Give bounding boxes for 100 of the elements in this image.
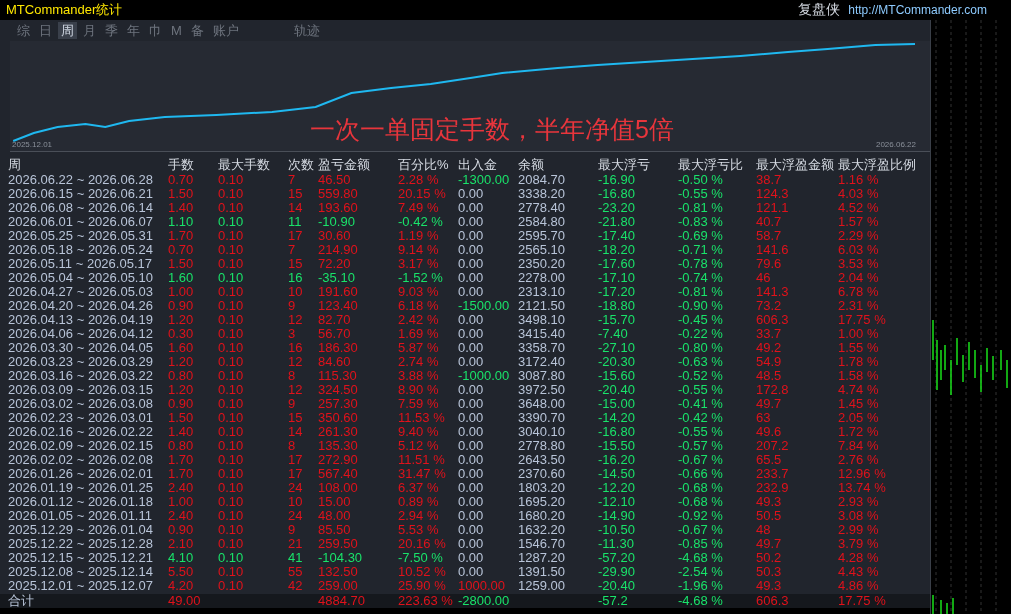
- table-cell-text: -1300.00: [458, 173, 511, 187]
- table-cell-text: -0.42 %: [398, 215, 444, 229]
- table-cell-text: 1.16 %: [838, 173, 880, 187]
- table-cell-text: 48.00: [318, 509, 352, 523]
- table-cell-text: 3972.50: [518, 383, 566, 397]
- table-cell-text: 2026.02.09 ~ 2026.02.15: [8, 439, 154, 453]
- table-cell-text: 0.90: [168, 523, 195, 537]
- period-tab[interactable]: 备: [187, 21, 207, 39]
- table-cell-text: 2.93 %: [838, 495, 880, 509]
- table-cell-text: -17.10: [598, 271, 636, 285]
- table-cell-text: 0.10: [218, 481, 245, 495]
- table-cell-text: 3172.40: [518, 355, 566, 369]
- table-cell-text: -0.74 %: [678, 271, 724, 285]
- table-cell-text: 124.3: [756, 187, 790, 201]
- table-cell-text: 0.10: [218, 523, 245, 537]
- column-header: 余额: [518, 156, 545, 174]
- table-cell-text: 0.00: [458, 285, 485, 299]
- table-cell-text: 24: [288, 509, 304, 523]
- table-cell-text: 0.00: [458, 411, 485, 425]
- table-cell-text: 1.20: [168, 355, 195, 369]
- table-cell-text: 0.00: [458, 355, 485, 369]
- table-cell-text: -2.54 %: [678, 565, 724, 579]
- table-cell-text: -0.22 %: [678, 327, 724, 341]
- period-tab[interactable]: 巾: [146, 21, 165, 39]
- table-cell-text: 72.20: [318, 257, 352, 271]
- table-cell-text: 46.50: [318, 173, 352, 187]
- table-cell-text: 12: [288, 383, 304, 397]
- column-header: 最大手数: [218, 156, 271, 174]
- period-tab[interactable]: 日: [36, 21, 55, 39]
- table-cell-text: 50.3: [756, 565, 783, 579]
- website-link[interactable]: http://MTCommander.com: [848, 3, 987, 17]
- table-cell-text: 0.10: [218, 551, 245, 565]
- table-cell-text: 4.10: [168, 551, 195, 565]
- table-cell-text: 2778.40: [518, 201, 566, 215]
- table-cell-text: 17.75 %: [838, 313, 887, 327]
- total-cell-text: 223.63 %: [398, 594, 454, 608]
- period-tab[interactable]: 周: [58, 21, 77, 39]
- table-cell-text: 4.86 %: [838, 579, 880, 593]
- table-cell-text: -0.81 %: [678, 285, 724, 299]
- table-cell-text: 7.59 %: [398, 397, 440, 411]
- table-cell-text: 49.2: [756, 341, 783, 355]
- total-cell-text: 4884.70: [318, 594, 366, 608]
- table-cell-text: 2026.04.20 ~ 2026.04.26: [8, 299, 154, 313]
- table-cell-text: -15.50: [598, 439, 636, 453]
- table-cell-text: 0.30: [168, 327, 195, 341]
- table-cell-text: 33.7: [756, 327, 783, 341]
- table-cell-text: -7.40: [598, 327, 629, 341]
- table-cell-text: 1287.20: [518, 551, 566, 565]
- table-cell-text: -10.50: [598, 523, 636, 537]
- table-cell-text: 186.30: [318, 341, 359, 355]
- table-cell-text: -0.41 %: [678, 397, 724, 411]
- table-cell-text: -18.20: [598, 243, 636, 257]
- period-tab[interactable]: M: [168, 21, 185, 39]
- table-cell-text: 0.00: [458, 257, 485, 271]
- table-cell-text: 38.7: [756, 173, 783, 187]
- table-cell-text: 0.80: [168, 369, 195, 383]
- table-cell-text: -16.80: [598, 425, 636, 439]
- table-cell-text: 0.10: [218, 565, 245, 579]
- table-cell-text: 606.3: [756, 313, 790, 327]
- table-cell-text: 0.00: [458, 201, 485, 215]
- table-cell-text: 2278.00: [518, 271, 566, 285]
- table-cell-text: 2026.06.15 ~ 2026.06.21: [8, 187, 154, 201]
- table-cell-text: 6.78 %: [838, 285, 880, 299]
- table-cell-text: 0.00: [458, 383, 485, 397]
- table-cell-text: -0.55 %: [678, 425, 724, 439]
- table-cell-text: 0.10: [218, 341, 245, 355]
- table-cell-text: 3338.20: [518, 187, 566, 201]
- table-cell-text: -15.70: [598, 313, 636, 327]
- period-tab[interactable]: 轨迹: [290, 21, 323, 39]
- table-cell-text: 2595.70: [518, 229, 566, 243]
- table-cell-text: 0.00: [458, 425, 485, 439]
- table-cell-text: 1.10: [168, 215, 195, 229]
- table-cell-text: 0.00: [458, 565, 485, 579]
- table-cell-text: 63: [756, 411, 772, 425]
- table-cell-text: 1.70: [168, 453, 195, 467]
- table-cell-text: 0.00: [458, 271, 485, 285]
- period-tab[interactable]: 年: [124, 21, 143, 39]
- table-cell-text: 2026.06.08 ~ 2026.06.14: [8, 201, 154, 215]
- table-cell-text: -7.50 %: [398, 551, 444, 565]
- table-cell-text: 10: [288, 285, 304, 299]
- table-cell-text: -10.90: [318, 215, 356, 229]
- table-cell-text: 2.99 %: [838, 523, 880, 537]
- table-cell-text: 2.94 %: [398, 509, 440, 523]
- total-cell-text: -4.68 %: [678, 594, 724, 608]
- period-tab[interactable]: 季: [102, 21, 121, 39]
- table-cell-text: 56.70: [318, 327, 352, 341]
- table-cell-text: 2.29 %: [838, 229, 880, 243]
- table-cell-text: 0.00: [458, 523, 485, 537]
- period-tab[interactable]: 月: [80, 21, 99, 39]
- table-cell-text: 324.50: [318, 383, 359, 397]
- period-tab[interactable]: 综: [14, 21, 33, 39]
- table-cell-text: 49.6: [756, 425, 783, 439]
- table-cell-text: 0.00: [458, 187, 485, 201]
- table-cell-text: 2026.01.05 ~ 2026.01.11: [8, 509, 153, 523]
- table-cell-text: 0.10: [218, 271, 245, 285]
- table-cell-text: 58.7: [756, 229, 783, 243]
- period-tab[interactable]: 账户: [209, 21, 242, 39]
- table-cell-text: 135.30: [318, 439, 359, 453]
- table-cell-text: 1.69 %: [398, 327, 440, 341]
- table-cell-text: 1.50: [168, 187, 195, 201]
